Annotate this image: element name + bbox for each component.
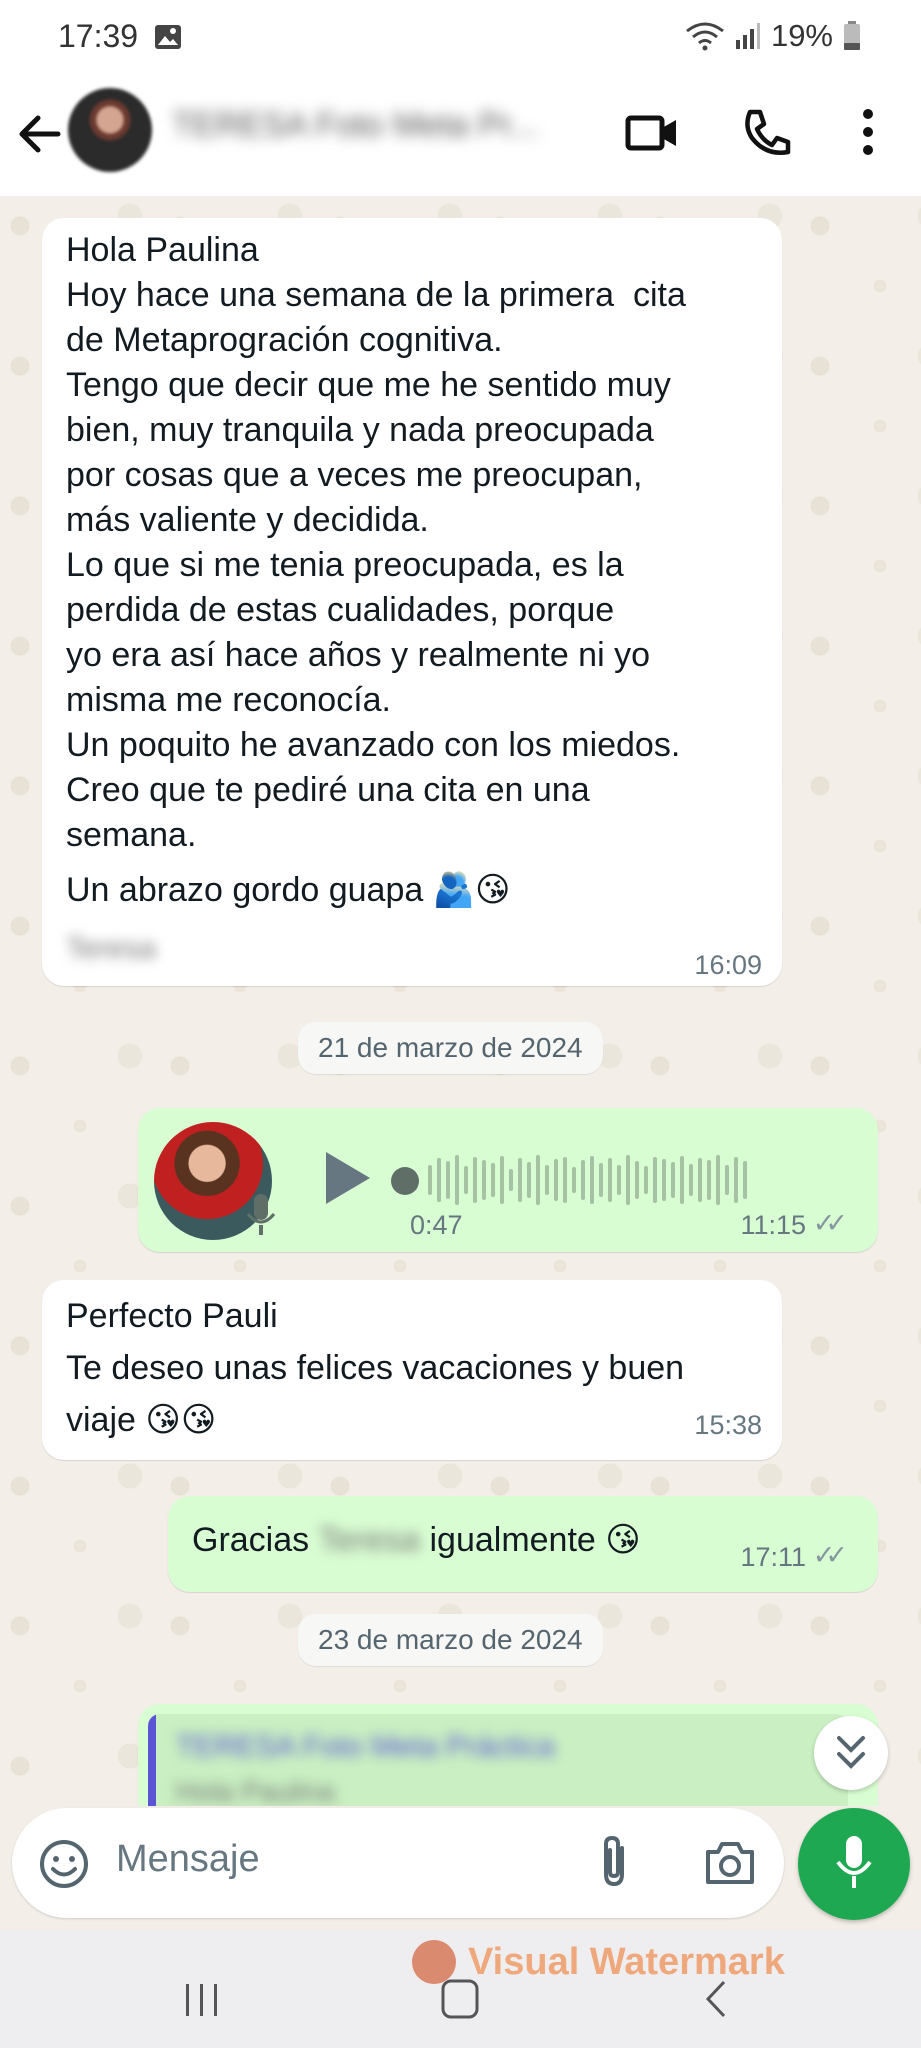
waveform-bar <box>707 1160 711 1200</box>
gallery-icon <box>155 25 181 49</box>
waveform-bar <box>572 1167 576 1193</box>
message-suffix: igualmente 😘 <box>420 1521 641 1559</box>
waveform-bar <box>653 1157 657 1203</box>
date-chip: 21 de marzo de 2024 <box>298 1022 603 1074</box>
message-time: 11:15 <box>740 1210 806 1240</box>
battery-icon <box>844 21 860 50</box>
voice-message-bubble[interactable]: 0:47 11:15 ✓✓ <box>138 1108 878 1252</box>
emoji-icon[interactable] <box>38 1838 90 1890</box>
wifi-icon <box>686 22 724 51</box>
message-bubble-incoming[interactable]: Hola Paulina Hoy hace una semana de la p… <box>42 218 782 986</box>
waveform-bar <box>581 1160 585 1200</box>
read-ticks-icon: ✓✓ <box>812 1208 848 1238</box>
waveform-bar <box>437 1158 441 1202</box>
message-text: Gracias Teresa igualmente 😘 <box>192 1518 641 1563</box>
attach-icon[interactable] <box>592 1832 638 1892</box>
waveform-bar <box>536 1155 540 1205</box>
recent-apps-icon[interactable] <box>182 1980 222 2020</box>
waveform-bar <box>716 1155 720 1205</box>
waveform-bar <box>680 1156 684 1204</box>
contact-name[interactable]: TERESA Foto Meta Pr... <box>172 106 592 154</box>
waveform-bar <box>698 1158 702 1202</box>
voice-waveform[interactable] <box>428 1150 747 1210</box>
message-time: 17:11 <box>740 1542 806 1572</box>
quoted-name: TERESA Foto Meta Práctica <box>176 1730 555 1763</box>
waveform-bar <box>671 1162 675 1198</box>
date-chip: 23 de marzo de 2024 <box>298 1614 603 1666</box>
waveform-bar <box>464 1166 468 1194</box>
quoted-text: Hola Paulina <box>176 1776 335 1806</box>
waveform-bar <box>428 1165 432 1195</box>
message-text: Hola Paulina Hoy hace una semana de la p… <box>66 231 686 854</box>
lock-icon <box>412 1940 456 1984</box>
waveform-bar <box>491 1163 495 1197</box>
playback-position-dot[interactable] <box>390 1166 420 1196</box>
waveform-bar <box>500 1156 504 1204</box>
camera-icon[interactable] <box>702 1838 758 1888</box>
waveform-bar <box>518 1158 522 1202</box>
waveform-bar <box>563 1157 567 1203</box>
message-bubble-incoming[interactable]: Perfecto Pauli Te deseo unas felices vac… <box>42 1280 782 1460</box>
waveform-bar <box>554 1159 558 1201</box>
more-options-icon[interactable] <box>838 100 898 164</box>
play-icon[interactable] <box>318 1148 374 1208</box>
message-bubble-outgoing[interactable]: Gracias Teresa igualmente 😘 17:11 ✓✓ <box>168 1496 878 1592</box>
double-chevron-down-icon <box>837 1736 865 1769</box>
message-text: Perfecto Pauli Te deseo unas felices vac… <box>66 1297 685 1439</box>
quoted-message[interactable]: TERESA Foto Meta Práctica Hola Paulina <box>148 1714 848 1806</box>
phone-icon[interactable] <box>736 100 796 164</box>
mic-badge-icon <box>246 1194 276 1235</box>
video-call-icon[interactable] <box>622 100 682 164</box>
status-right: 19% <box>685 18 861 54</box>
message-time: 15:38 <box>694 1410 762 1440</box>
message-input[interactable]: Mensaje <box>116 1838 260 1881</box>
waveform-bar <box>599 1163 603 1197</box>
read-ticks-icon: ✓✓ <box>812 1540 848 1570</box>
waveform-bar <box>734 1157 738 1203</box>
message-contact-name: Teresa <box>317 1521 421 1559</box>
waveform-bar <box>644 1166 648 1194</box>
voice-record-button[interactable] <box>798 1808 910 1920</box>
message-input-bar[interactable]: Mensaje <box>12 1808 784 1918</box>
waveform-bar <box>509 1169 513 1191</box>
scroll-down-button[interactable] <box>814 1716 888 1790</box>
voice-duration: 0:47 <box>410 1210 463 1240</box>
waveform-bar <box>626 1155 630 1205</box>
signal-icon <box>735 23 760 49</box>
waveform-bar <box>455 1155 459 1205</box>
back-arrow-icon[interactable] <box>14 104 68 164</box>
waveform-bar <box>545 1165 549 1195</box>
message-signature: Teresa <box>66 932 157 965</box>
contact-avatar[interactable] <box>68 88 152 172</box>
watermark-text: Visual Watermark <box>468 1940 785 1983</box>
waveform-bar <box>473 1157 477 1203</box>
waveform-bar <box>446 1161 450 1199</box>
chat-area[interactable]: Hola Paulina Hoy hace una semana de la p… <box>0 196 921 1806</box>
message-time: 16:09 <box>694 950 762 980</box>
waveform-bar <box>635 1161 639 1199</box>
watermark: Visual Watermark <box>412 1938 785 1986</box>
waveform-bar <box>608 1158 612 1202</box>
reply-message-bubble[interactable]: TERESA Foto Meta Práctica Hola Paulina <box>138 1704 878 1806</box>
waveform-bar <box>689 1164 693 1196</box>
waveform-bar <box>662 1159 666 1201</box>
status-time: 17:39 <box>58 18 139 54</box>
waveform-bar <box>590 1156 594 1204</box>
battery-percent: 19% <box>770 18 833 53</box>
waveform-bar <box>617 1165 621 1195</box>
waveform-bar <box>482 1160 486 1200</box>
waveform-bar <box>743 1161 747 1199</box>
status-bar: 17:39 19% <box>0 0 921 76</box>
message-prefix: Gracias <box>192 1521 318 1559</box>
waveform-bar <box>527 1162 531 1198</box>
quote-bar <box>148 1714 156 1806</box>
chat-header: TERESA Foto Meta Pr... <box>0 76 921 196</box>
waveform-bar <box>725 1165 729 1195</box>
microphone-icon <box>836 1836 872 1888</box>
message-closing: Un abrazo gordo guapa 🫂😘 <box>66 871 511 909</box>
